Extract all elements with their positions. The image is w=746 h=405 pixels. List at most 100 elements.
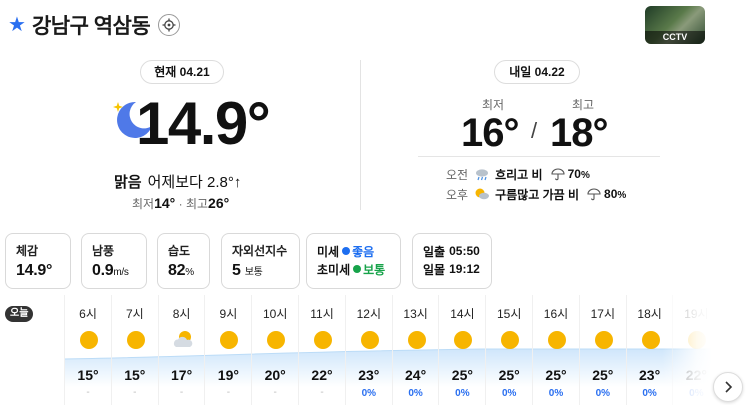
hourly-item: 13시 24° 0% [391, 295, 439, 405]
hour-precip: 0% [408, 388, 423, 399]
sun-icon [360, 331, 379, 349]
sunset-label: 일몰 [423, 262, 446, 277]
sun-icon [641, 331, 660, 349]
cloud-rain-icon [476, 169, 489, 181]
min-temp: 14° [154, 195, 176, 211]
hour-temp: 15° [124, 367, 146, 383]
sun-icon [501, 331, 520, 349]
hour-temp: 25° [545, 367, 567, 383]
hour-precip: - [273, 387, 277, 398]
hour-precip: - [320, 387, 324, 398]
current-date-pill: 현재 04.21 [140, 60, 224, 84]
sunset-row: 일몰 19:12 [423, 260, 491, 278]
cctv-thumbnail[interactable]: CCTV [645, 6, 705, 44]
scroll-fade [662, 295, 712, 405]
pm25-row: 초미세 보통 [317, 260, 400, 278]
crosshair-icon [162, 18, 176, 32]
card-uv[interactable]: 자외선지수 5 보통 [221, 233, 300, 289]
sunrise-row: 일출 05:50 [423, 242, 491, 260]
hour-label: 6시 [79, 307, 97, 321]
sun-icon [594, 331, 613, 349]
hourly-item: 14시 25° 0% [438, 295, 485, 405]
card-feels-like[interactable]: 체감 14.9° [5, 233, 71, 289]
hour-precip: - [133, 387, 137, 398]
current-temperature: 14.9° [136, 90, 271, 157]
sun-icon [126, 331, 145, 349]
hour-temp: 20° [264, 367, 286, 383]
sun-icon [80, 331, 98, 349]
hour-label: 12시 [356, 307, 381, 321]
current-condition-line: 맑음 어제보다 2.8°↑ [114, 171, 241, 192]
sunset-time: 19:12 [449, 262, 480, 276]
humidity-value: 82% [168, 262, 194, 279]
hour-temp: 15° [77, 367, 99, 383]
tomorrow-am-row: 오전 흐리고 비 70% [446, 165, 590, 183]
hour-temp: 22° [311, 367, 333, 383]
sun-icon [454, 331, 473, 349]
hourly-item: 17시 25° 0% [578, 295, 626, 405]
pm-rain: 80% [604, 187, 627, 201]
hour-temp: 25° [592, 367, 614, 383]
hourly-item: 12시 23° 0% [344, 295, 392, 405]
divider [360, 60, 361, 210]
sun-icon [407, 331, 426, 349]
hourly-item: 7시 15° - [110, 295, 158, 405]
today-badge: 오늘 [5, 306, 34, 322]
current-min-max: 최저14° · 최고26° [132, 195, 229, 212]
pm-label: 오후 [446, 187, 469, 202]
hour-label: 14시 [450, 307, 475, 321]
hour-precip: 0% [455, 388, 470, 399]
tomorrow-max-temp: 18° [550, 111, 608, 155]
pm10-label: 미세 [317, 244, 340, 259]
favorite-star-icon[interactable]: ★ [8, 15, 26, 35]
hour-temp: 23° [358, 367, 380, 383]
sunrise-time: 05:50 [449, 244, 480, 258]
sun-icon [220, 331, 239, 349]
sun-icon [314, 331, 332, 349]
pm25-dot [353, 265, 362, 273]
feels-label: 체감 [16, 244, 39, 258]
next-hours-button[interactable] [713, 372, 743, 402]
card-sunrise-sunset[interactable]: 일출 05:50 일몰 19:12 [412, 233, 492, 289]
card-humidity[interactable]: 습도 82% [157, 233, 210, 289]
hour-temp: 24° [405, 367, 427, 383]
sunrise-label: 일출 [423, 244, 446, 259]
hour-precip: - [226, 387, 231, 398]
uv-value: 5 보통 [232, 262, 263, 279]
chevron-right-icon [725, 381, 733, 393]
current-location-button[interactable] [158, 14, 181, 36]
umbrella-icon [587, 188, 601, 201]
hour-precip: 0% [595, 388, 611, 399]
hourly-forecast[interactable]: 6시 15° - 7시 15° - 8시 17° - 9시 19° - 10시 20° - 11시 22° - 12… [64, 295, 712, 405]
hour-precip: - [86, 387, 90, 398]
wind-label: 남풍 [92, 244, 115, 258]
hour-label: 9시 [219, 307, 238, 321]
hourly-item: 16시 25° 0% [532, 295, 579, 405]
hourly-item: 15시 25° 0% [485, 295, 532, 405]
max-temp: 26° [208, 195, 230, 211]
am-desc: 흐리고 비 [495, 167, 543, 182]
current-condition: 맑음 [114, 174, 142, 191]
hour-temp: 19° [217, 367, 239, 383]
pm-desc: 구름많고 가끔 비 [495, 187, 580, 202]
separator: · [178, 197, 183, 211]
hour-label: 10시 [262, 307, 288, 321]
hour-label: 11시 [310, 307, 334, 321]
hour-precip: 0% [501, 388, 517, 399]
sun-icon [548, 331, 566, 349]
pm10-value: 좋음 [352, 244, 375, 259]
cloud-sun-rain-icon [475, 188, 490, 200]
hour-label: 8시 [172, 307, 191, 321]
tomorrow-divider [418, 156, 660, 157]
hour-temp: 25° [451, 367, 473, 383]
min-label: 최저 [132, 197, 155, 211]
pm25-value: 보통 [363, 262, 386, 277]
location-header: ★ 강남구 역삼동 [8, 10, 181, 40]
partly-cloudy-icon [173, 331, 192, 347]
location-name[interactable]: 강남구 역삼동 [32, 10, 151, 40]
wind-value: 0.9m/s [92, 262, 129, 279]
card-dust[interactable]: 미세 좋음 초미세 보통 [306, 233, 401, 289]
uv-label: 자외선지수 [232, 244, 288, 258]
hour-label: 7시 [125, 307, 144, 321]
card-wind[interactable]: 남풍 0.9m/s [81, 233, 147, 289]
